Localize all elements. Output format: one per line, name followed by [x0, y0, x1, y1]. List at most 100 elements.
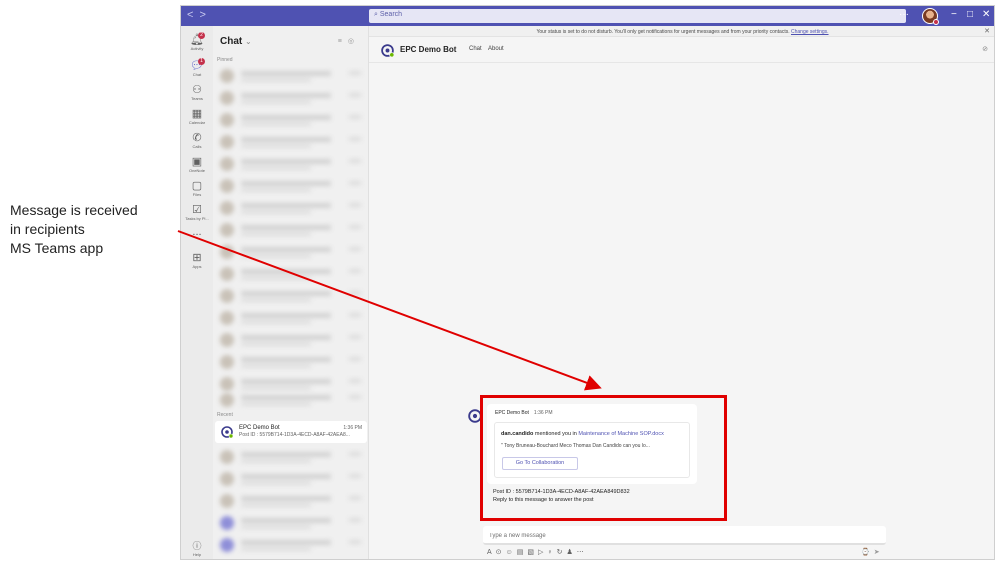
- attach-icon[interactable]: ⊙: [496, 549, 506, 556]
- rail-label: Apps: [192, 264, 202, 269]
- maximize-button[interactable]: □: [967, 9, 973, 21]
- rail-label: Chat: [192, 72, 202, 77]
- approvals-icon[interactable]: ♟: [566, 549, 576, 556]
- list-item[interactable]: [217, 390, 365, 410]
- list-item[interactable]: [217, 535, 365, 555]
- file-icon: ▢: [191, 180, 203, 192]
- sticker-icon[interactable]: ▧: [527, 549, 538, 556]
- praise-icon[interactable]: ♀: [547, 549, 556, 556]
- chat-item-epc-demo-bot[interactable]: EPC Demo Bot Post ID : 5579B714-1D3A-4EC…: [215, 421, 367, 443]
- recent-section-label: Recent: [217, 412, 233, 418]
- list-item[interactable]: [217, 469, 365, 489]
- rail-item-teams[interactable]: ⚇ Teams: [181, 84, 213, 101]
- phone-icon: ✆: [192, 132, 202, 144]
- filter-icon[interactable]: ≡: [338, 38, 348, 45]
- status-dnd-icon: [933, 19, 939, 25]
- tab-about[interactable]: About: [488, 46, 504, 52]
- list-item[interactable]: [217, 198, 365, 218]
- tasks-icon: ☑: [192, 204, 202, 216]
- list-item[interactable]: [217, 447, 365, 467]
- rail-item-apps[interactable]: ⊞ Apps: [181, 252, 213, 269]
- tab-chat[interactable]: Chat: [469, 46, 482, 52]
- list-item[interactable]: [217, 513, 365, 533]
- more-options-button[interactable]: ···: [899, 9, 909, 21]
- rail-label: OneNote: [188, 168, 205, 173]
- teams-window: <> ⌕ Search ··· − □ ✕ 🔔︎ 2 Activity 💬︎ 1…: [180, 5, 995, 560]
- back-arrow-icon[interactable]: <: [187, 9, 199, 21]
- meet-icon[interactable]: ▷: [538, 549, 547, 556]
- change-settings-link[interactable]: Change settings.: [791, 29, 829, 35]
- more-apps-icon[interactable]: ⋯: [577, 549, 588, 556]
- title-bar: <> ⌕ Search ··· − □ ✕: [181, 6, 994, 26]
- activity-badge: 2: [198, 32, 205, 39]
- list-item[interactable]: [217, 286, 365, 306]
- list-item[interactable]: [217, 264, 365, 284]
- rail-item-chat[interactable]: 💬︎ 1 Chat: [181, 58, 213, 77]
- app-rail: 🔔︎ 2 Activity 💬︎ 1 Chat ⚇ Teams ▦ Calend…: [181, 26, 213, 559]
- rail-item-tasks[interactable]: ☑ Tasks by Pl...: [181, 204, 213, 221]
- list-item[interactable]: [217, 132, 365, 152]
- rail-label: Help: [192, 552, 202, 557]
- list-item[interactable]: [217, 88, 365, 108]
- popout-icon[interactable]: ⊘: [982, 45, 988, 53]
- status-banner-text: Your status is set to do not disturb. Yo…: [536, 29, 790, 35]
- minimize-button[interactable]: −: [951, 9, 957, 21]
- more-icon: ...: [192, 226, 202, 238]
- chat-icon: 💬︎: [190, 60, 204, 72]
- gif-icon[interactable]: ▤: [517, 549, 528, 556]
- chat-list-title: Chat: [220, 36, 243, 47]
- compose-box[interactable]: [483, 526, 886, 545]
- emoji-icon[interactable]: ☺: [506, 549, 517, 556]
- list-item[interactable]: [217, 352, 365, 372]
- list-item[interactable]: [217, 110, 365, 130]
- status-banner: Your status is set to do not disturb. Yo…: [369, 26, 994, 37]
- profile-avatar[interactable]: [922, 8, 939, 25]
- rail-item-files[interactable]: ▢ Files: [181, 180, 213, 197]
- chat-list-header: Chat ⌄: [220, 36, 252, 47]
- rail-item-activity[interactable]: 🔔︎ 2 Activity: [181, 32, 213, 51]
- forward-arrow-icon[interactable]: >: [199, 9, 211, 21]
- rail-item-onenote[interactable]: ▣ OneNote: [181, 156, 213, 173]
- chat-list-panel: Chat ⌄ ≡◎ Pinned Recent EPC Demo Bot Pos…: [213, 26, 369, 559]
- list-item[interactable]: [217, 66, 365, 86]
- list-item[interactable]: [217, 242, 365, 262]
- highlight-box: [480, 395, 727, 521]
- schedule-icon[interactable]: ⌚: [861, 549, 874, 556]
- rail-label: Files: [192, 192, 202, 197]
- loop-icon[interactable]: ↻: [557, 549, 567, 556]
- search-placeholder: Search: [379, 11, 403, 18]
- chat-item-name: EPC Demo Bot: [239, 425, 280, 431]
- close-button[interactable]: ✕: [982, 9, 990, 21]
- list-item[interactable]: [217, 220, 365, 240]
- annotation-text: Message is received in recipients MS Tea…: [10, 201, 180, 258]
- rail-label: Calls: [192, 144, 202, 149]
- format-icon[interactable]: A: [487, 549, 496, 556]
- chevron-down-icon[interactable]: ⌄: [245, 37, 252, 46]
- rail-item-more[interactable]: ...: [181, 226, 213, 238]
- rail-item-help[interactable]: ⓘ Help: [181, 539, 213, 557]
- send-icon[interactable]: ➤: [874, 549, 884, 556]
- chat-header: EPC Demo Bot Chat About ⊘: [369, 37, 994, 63]
- rail-item-calendar[interactable]: ▦ Calendar: [181, 108, 213, 125]
- list-item[interactable]: [217, 154, 365, 174]
- rail-label: Teams: [191, 96, 203, 101]
- list-item[interactable]: [217, 491, 365, 511]
- annotation-line-1: Message is received: [10, 202, 138, 218]
- help-icon: ⓘ: [192, 541, 202, 551]
- compose-toolbar: A⊙☺▤▧▷♀↻♟⋯: [487, 548, 588, 558]
- list-item[interactable]: [217, 176, 365, 196]
- message-input[interactable]: [489, 530, 869, 541]
- rail-item-calls[interactable]: ✆ Calls: [181, 132, 213, 149]
- rail-label: Tasks by Pl...: [185, 216, 209, 221]
- list-item[interactable]: [217, 308, 365, 328]
- screenshot-stage: Message is received in recipients MS Tea…: [0, 0, 1000, 563]
- chat-main-pane: Your status is set to do not disturb. Yo…: [369, 26, 994, 559]
- send-area: ⌚➤: [861, 548, 884, 556]
- list-item[interactable]: [217, 330, 365, 350]
- annotation-line-2: in recipients: [10, 221, 85, 237]
- onenote-icon: ▣: [191, 156, 203, 168]
- close-icon[interactable]: ✕: [984, 27, 990, 35]
- search-input[interactable]: ⌕ Search: [369, 9, 906, 23]
- bot-icon: [221, 426, 233, 438]
- video-call-icon[interactable]: ◎: [348, 38, 360, 45]
